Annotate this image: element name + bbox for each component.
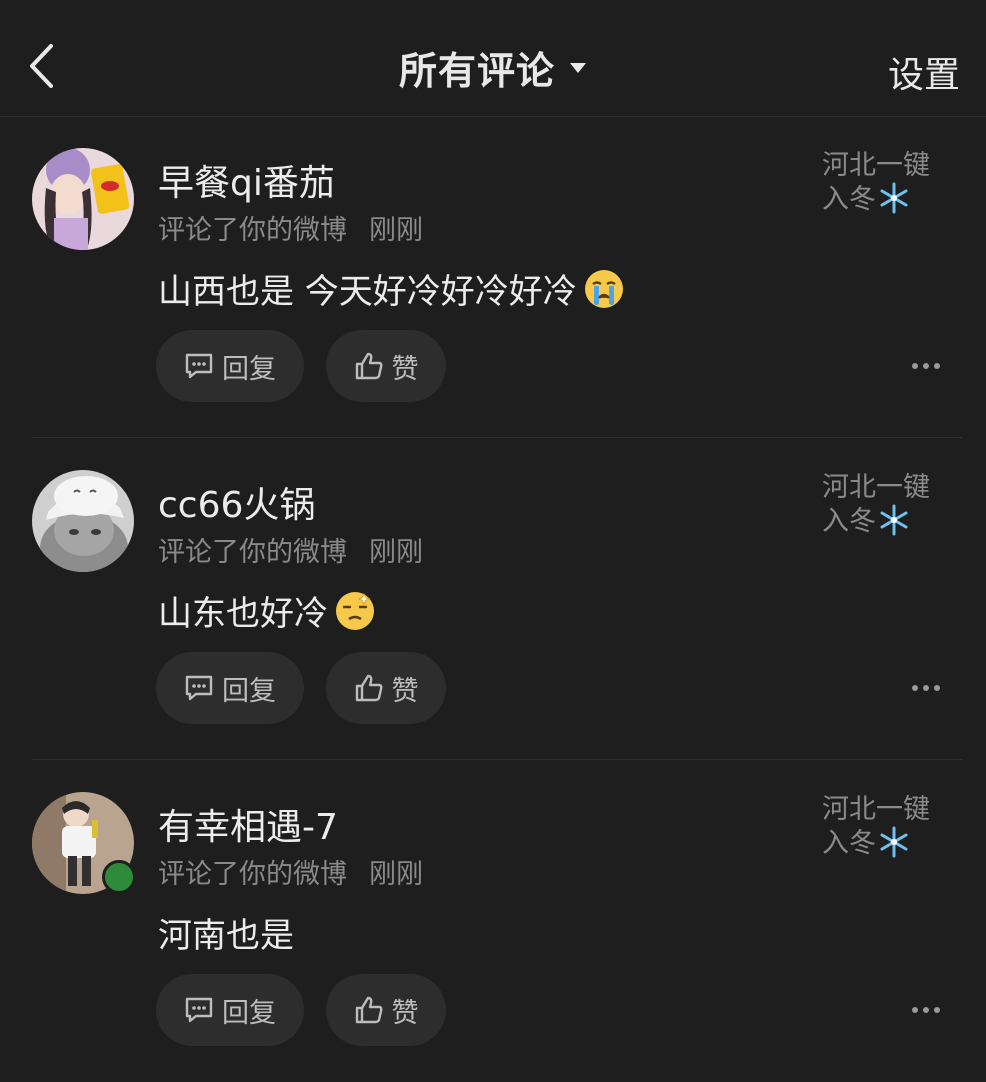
comment-icon — [185, 675, 213, 701]
username[interactable]: 早餐qi番茄 — [158, 154, 335, 206]
thumbs-up-icon — [355, 996, 382, 1024]
page-title: 所有评论 — [398, 49, 555, 93]
comment-action-label: 评论了你的微博 — [158, 859, 347, 890]
reply-label: 回复 — [222, 997, 276, 1029]
settings-button[interactable]: 设置 — [888, 46, 960, 98]
like-button[interactable]: 赞 — [326, 330, 446, 402]
timestamp: 刚刚 — [369, 859, 423, 890]
comment-icon — [185, 997, 213, 1023]
comment-meta: 评论了你的微博 刚刚 — [158, 208, 423, 247]
avatar[interactable] — [32, 470, 134, 572]
more-dots-icon — [912, 685, 940, 691]
dizzy-face-icon — [336, 591, 374, 630]
snowflake-icon — [880, 182, 908, 214]
reply-button[interactable]: 回复 — [156, 974, 304, 1046]
comment-text: 山东也好冷 — [158, 594, 328, 634]
like-label: 赞 — [391, 675, 419, 707]
more-dots-icon — [912, 363, 940, 369]
post-reference[interactable]: 河北一键入冬 — [822, 472, 942, 538]
post-reference-text: 河北一键入冬 — [822, 472, 930, 537]
comment-text: 河南也是 — [158, 916, 294, 956]
top-bar: 所有评论 设置 — [0, 0, 986, 117]
more-options-button[interactable] — [904, 346, 948, 386]
more-options-button[interactable] — [904, 668, 948, 708]
snowflake-icon — [880, 504, 908, 536]
comment-item: 有幸相遇-7 评论了你的微博 刚刚 河北一键入冬 河南也是 回复 赞 — [0, 760, 986, 1082]
comment-meta: 评论了你的微博 刚刚 — [158, 530, 423, 569]
username[interactable]: cc66火锅 — [158, 476, 315, 528]
username[interactable]: 有幸相遇-7 — [158, 798, 338, 850]
comment-icon — [185, 353, 213, 379]
more-dots-icon — [912, 1007, 940, 1013]
post-reference[interactable]: 河北一键入冬 — [822, 150, 942, 216]
comment-text: 山西也是 今天好冷好冷好冷 — [158, 272, 577, 312]
comment-meta: 评论了你的微博 刚刚 — [158, 852, 423, 891]
snowflake-icon — [880, 826, 908, 858]
comment-action-label: 评论了你的微博 — [158, 215, 347, 246]
reply-button[interactable]: 回复 — [156, 652, 304, 724]
comment-item: 早餐qi番茄 评论了你的微博 刚刚 河北一键入冬 山西也是 今天好冷好冷好冷 回… — [0, 116, 986, 438]
thumbs-up-icon — [355, 674, 382, 702]
more-options-button[interactable] — [904, 990, 948, 1030]
online-status-dot — [102, 860, 136, 894]
comment-text-row: 山西也是 今天好冷好冷好冷 — [158, 264, 625, 313]
reply-button[interactable]: 回复 — [156, 330, 304, 402]
post-reference-text: 河北一键入冬 — [822, 150, 930, 215]
crying-face-icon — [584, 269, 623, 308]
comment-item: cc66火锅 评论了你的微博 刚刚 河北一键入冬 山东也好冷 回复 赞 — [0, 438, 986, 760]
comment-text-row: 山东也好冷 — [158, 586, 376, 635]
post-reference[interactable]: 河北一键入冬 — [822, 794, 942, 860]
reply-label: 回复 — [222, 353, 276, 385]
comment-action-label: 评论了你的微博 — [158, 537, 347, 568]
comment-text-row: 河南也是 — [158, 908, 294, 957]
timestamp: 刚刚 — [369, 537, 423, 568]
reply-label: 回复 — [222, 675, 276, 707]
like-button[interactable]: 赞 — [326, 652, 446, 724]
comment-filter-dropdown[interactable]: 所有评论 — [0, 40, 986, 95]
like-label: 赞 — [391, 353, 419, 385]
like-button[interactable]: 赞 — [326, 974, 446, 1046]
thumbs-up-icon — [355, 352, 382, 380]
like-label: 赞 — [391, 997, 419, 1029]
timestamp: 刚刚 — [369, 215, 423, 246]
avatar[interactable] — [32, 148, 134, 250]
post-reference-text: 河北一键入冬 — [822, 794, 930, 859]
caret-down-icon — [570, 62, 586, 73]
